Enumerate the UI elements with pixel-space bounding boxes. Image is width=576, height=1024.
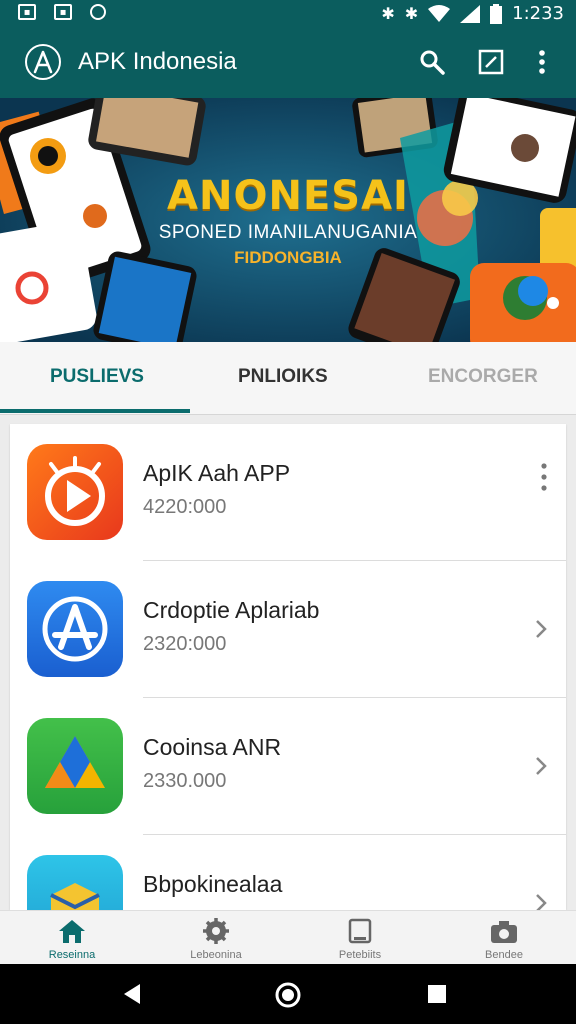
app-name: Crdoptie Aplariab bbox=[143, 597, 320, 623]
banner-tagline: FIDDONGBIA bbox=[234, 248, 342, 267]
open-button[interactable] bbox=[534, 756, 548, 776]
system-navigation-bar bbox=[0, 964, 576, 1024]
home-button[interactable] bbox=[274, 981, 302, 1009]
more-vert-icon bbox=[539, 50, 545, 74]
search-icon bbox=[420, 50, 445, 75]
banner-subtitle: SPONED IMANILANUGANIA bbox=[158, 222, 418, 243]
chevron-right-icon bbox=[536, 894, 547, 910]
home-icon bbox=[59, 920, 85, 943]
list-item[interactable]: Bbpokinealaa bbox=[10, 835, 566, 910]
play-icon bbox=[27, 444, 123, 540]
gear-icon bbox=[203, 918, 229, 944]
battery-icon bbox=[490, 3, 503, 24]
app-name: Cooinsa ANR bbox=[143, 734, 282, 760]
promo-banner[interactable]: ANONESAI SPONED IMANILANUGANIA FIDDONGBI… bbox=[0, 98, 576, 342]
tab-pnlioiks[interactable]: PNLIOIKS bbox=[238, 366, 328, 388]
camera-icon bbox=[491, 921, 517, 943]
package-icon bbox=[27, 855, 123, 910]
app-size: 2330.000 bbox=[143, 770, 227, 792]
nav-label: Petebiits bbox=[338, 949, 382, 961]
nav-label: Reseinna bbox=[48, 949, 96, 961]
nav-item-settings[interactable]: Lebeonina bbox=[144, 911, 288, 965]
status-bar: ▪ ▪ ✱ ✱ 1:233 bbox=[0, 0, 576, 26]
wifi-icon bbox=[428, 4, 451, 22]
search-button[interactable] bbox=[418, 48, 446, 76]
edit-button[interactable] bbox=[477, 48, 505, 76]
app-bar: APK Indonesia bbox=[0, 26, 576, 98]
app-size: 4220:000 bbox=[143, 496, 227, 518]
active-tab-indicator bbox=[0, 409, 190, 413]
app-logo-icon bbox=[25, 44, 61, 80]
nav-item-documents[interactable]: Petebiits bbox=[288, 911, 432, 965]
recents-button[interactable] bbox=[427, 984, 447, 1004]
more-vert-icon bbox=[541, 463, 547, 491]
tab-puslievs[interactable]: PUSLIEVS bbox=[50, 366, 144, 388]
nav-item-home[interactable]: Reseinna bbox=[0, 911, 144, 965]
drive-icon bbox=[27, 718, 123, 814]
gallery-notification-icon: ▪ bbox=[18, 4, 36, 20]
status-time: 1:233 bbox=[512, 3, 564, 24]
sync-notification-icon bbox=[90, 4, 106, 20]
nav-label: Bendee bbox=[485, 949, 523, 961]
edit-icon bbox=[478, 49, 504, 75]
app-store-icon bbox=[27, 581, 123, 677]
nav-item-camera[interactable]: Bendee bbox=[432, 911, 576, 965]
overflow-menu-button[interactable] bbox=[532, 48, 552, 76]
back-button[interactable] bbox=[120, 982, 144, 1006]
signal-icon bbox=[460, 4, 481, 23]
list-item[interactable]: ApIK Aah APP 4220:000 bbox=[10, 424, 566, 561]
app-list: ApIK Aah APP 4220:000 Crdoptie Aplariab … bbox=[10, 424, 566, 910]
chevron-right-icon bbox=[536, 620, 547, 638]
app-size: 2320:000 bbox=[143, 633, 227, 655]
open-button[interactable] bbox=[534, 619, 548, 639]
bottom-navigation: Reseinna Lebeonina Petebiits Bendee bbox=[0, 910, 576, 965]
app-name: ApIK Aah APP bbox=[143, 460, 291, 486]
open-button[interactable] bbox=[534, 893, 548, 910]
nav-label: Lebeonina bbox=[190, 949, 242, 961]
vibrate-icon: ✱ bbox=[404, 4, 419, 23]
chevron-right-icon bbox=[536, 757, 547, 775]
item-menu-button[interactable] bbox=[540, 462, 548, 492]
list-item[interactable]: Cooinsa ANR 2330.000 bbox=[10, 698, 566, 835]
tab-bar: PUSLIEVS PNLIOIKS ENCORGER bbox=[0, 342, 576, 415]
banner-title: ANONESAI bbox=[167, 173, 409, 219]
app-name: Bbpokinealaa bbox=[143, 871, 283, 897]
list-item[interactable]: Crdoptie Aplariab 2320:000 bbox=[10, 561, 566, 698]
document-icon bbox=[348, 918, 372, 944]
bluetooth-icon: ✱ bbox=[381, 4, 395, 23]
tab-encorger[interactable]: ENCORGER bbox=[428, 366, 538, 388]
banner-artwork bbox=[0, 98, 576, 342]
message-notification-icon: ▪ bbox=[54, 4, 72, 20]
app-title: APK Indonesia bbox=[78, 48, 237, 75]
